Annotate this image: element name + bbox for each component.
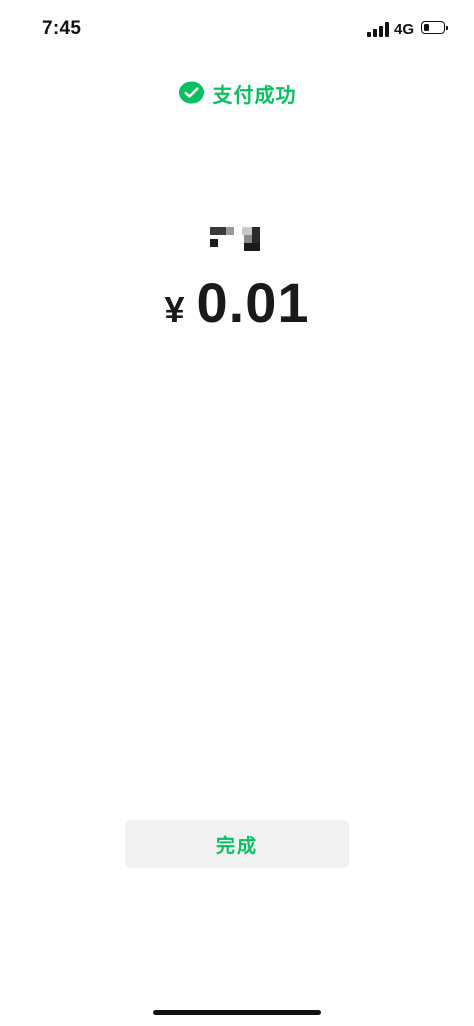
merchant-name-redacted: [210, 227, 260, 251]
payment-amount: ¥ 0.01: [0, 270, 474, 335]
amount-value: 0.01: [196, 271, 310, 334]
payment-success-header: 支付成功: [0, 78, 474, 108]
home-indicator[interactable]: [153, 1010, 321, 1015]
status-bar: 7:45 4G: [0, 0, 474, 60]
wechat-pay-icon: [178, 80, 204, 104]
payment-success-title: 支付成功: [212, 84, 297, 107]
currency-symbol: ¥: [164, 289, 185, 330]
battery-level: [424, 24, 429, 31]
battery-icon: [421, 21, 448, 34]
done-button[interactable]: 完成: [125, 820, 349, 868]
status-time: 7:45: [42, 18, 82, 39]
network-type: 4G: [394, 21, 415, 38]
signal-strength-icon: [367, 22, 389, 37]
